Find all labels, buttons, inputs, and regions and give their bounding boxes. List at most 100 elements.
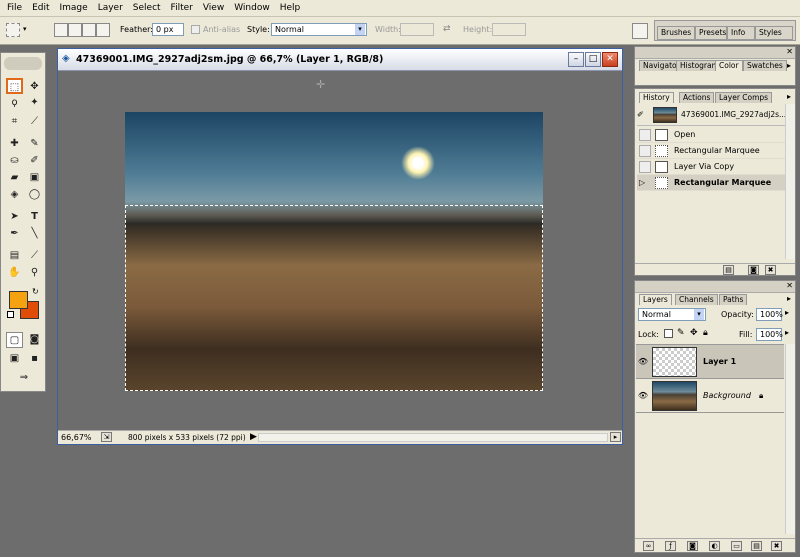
swap-colors-icon[interactable]: ↻ (32, 287, 39, 296)
info-menu-arrow-icon[interactable]: ▶ (250, 432, 257, 442)
zoom-level[interactable]: 66,67% (61, 433, 92, 442)
menu-layer[interactable]: Layer (93, 0, 128, 17)
default-colors-icon[interactable] (7, 311, 14, 318)
style-select[interactable]: Normal ▾ (271, 23, 367, 36)
full-screen-icon[interactable]: ▪ (26, 351, 43, 367)
chevron-down-icon[interactable]: ▾ (23, 25, 27, 33)
menu-file[interactable]: File (2, 0, 27, 17)
delete-state-icon[interactable]: ✖ (765, 265, 776, 275)
new-snapshot-icon[interactable]: ◙ (748, 265, 759, 275)
well-tab-info[interactable]: Info (727, 26, 755, 40)
menu-image[interactable]: Image (55, 0, 93, 17)
history-step[interactable]: Rectangular Marquee (637, 143, 785, 159)
lock-all-icon[interactable]: 🔒︎ (703, 328, 708, 338)
tab-layer-comps[interactable]: Layer Comps (715, 92, 773, 103)
jump-to-imageready-icon[interactable]: ⇒ (13, 370, 35, 386)
scroll-right-icon[interactable]: ▸ (610, 432, 621, 442)
eye-icon[interactable]: 👁︎ (636, 391, 650, 400)
file-browser-icon[interactable] (632, 23, 648, 39)
new-selection-icon[interactable] (54, 23, 68, 37)
new-layer-icon[interactable]: ▤ (751, 541, 762, 551)
layer-style-icon[interactable]: ƒ (665, 541, 676, 551)
marquee-preset-icon[interactable] (6, 23, 20, 37)
panel-menu-arrow-icon[interactable]: ▸ (787, 294, 791, 303)
history-source-box[interactable] (639, 144, 651, 157)
tab-color[interactable]: Color (715, 60, 743, 71)
blur-tool-icon[interactable]: ◈ (6, 187, 23, 203)
preview-icon[interactable]: ⇲ (101, 432, 112, 442)
feather-logo-icon[interactable] (4, 57, 42, 70)
type-tool-icon[interactable]: T (26, 209, 43, 225)
standard-mode-icon[interactable]: ▢ (6, 332, 23, 348)
swap-icon[interactable]: ⇄ (443, 24, 451, 34)
history-brush-source-icon[interactable]: ✐ (637, 110, 649, 119)
history-scrollbar[interactable] (785, 104, 795, 259)
fill-input[interactable]: 100% (756, 328, 783, 341)
width-input[interactable] (400, 23, 434, 36)
tab-actions[interactable]: Actions (679, 92, 715, 103)
height-input[interactable] (492, 23, 526, 36)
blend-mode-select[interactable]: Normal ▾ (638, 308, 706, 321)
new-document-from-state-icon[interactable]: ▤ (723, 265, 734, 275)
canvas-area[interactable]: ✛ (58, 71, 622, 430)
menu-view[interactable]: View (198, 0, 229, 17)
path-selection-icon[interactable]: ➤ (6, 209, 23, 225)
brush-tool-icon[interactable]: ✎ (26, 136, 43, 152)
menu-window[interactable]: Window (229, 0, 275, 17)
panel-menu-arrow-icon[interactable]: ▸ (787, 61, 791, 70)
tab-layers[interactable]: Layers (639, 294, 672, 305)
history-step[interactable]: Layer Via Copy (637, 159, 785, 175)
gradient-tool-icon[interactable]: ▣ (26, 170, 43, 186)
history-brush-icon[interactable]: ✐ (26, 153, 43, 169)
lock-image-icon[interactable]: ✎ (677, 328, 685, 338)
menu-edit[interactable]: Edit (27, 0, 54, 17)
layer-row-background[interactable]: 👁︎ Background 🔒︎ (636, 379, 784, 413)
lock-transparent-icon[interactable] (664, 329, 673, 338)
history-state-slider-icon[interactable]: ▷ (639, 178, 651, 187)
notes-tool-icon[interactable]: ▤ (6, 248, 23, 264)
history-source-box[interactable] (639, 160, 651, 173)
eraser-tool-icon[interactable]: ▰ (6, 170, 23, 186)
horizontal-scrollbar[interactable] (258, 433, 608, 442)
feather-input[interactable]: 0 px (152, 23, 184, 36)
healing-brush-icon[interactable]: ✚ (6, 136, 23, 152)
marquee-tool-icon[interactable]: ⬚ (6, 78, 23, 94)
well-tab-brushes[interactable]: Brushes (657, 26, 695, 40)
delete-layer-icon[interactable]: ✖ (771, 541, 782, 551)
hand-tool-icon[interactable]: ✋ (6, 265, 23, 281)
well-tab-styles[interactable]: Styles (755, 26, 793, 40)
minimize-icon[interactable]: – (568, 52, 584, 67)
close-icon[interactable]: ✕ (602, 52, 618, 67)
add-mask-icon[interactable]: ◙ (687, 541, 698, 551)
foreground-color-swatch[interactable] (9, 291, 28, 309)
clone-stamp-icon[interactable]: ⛀ (6, 153, 23, 169)
maximize-icon[interactable]: □ (585, 52, 601, 67)
slice-tool-icon[interactable]: ⟋ (26, 114, 43, 130)
adjustment-layer-icon[interactable]: ◐ (709, 541, 720, 551)
magic-wand-icon[interactable]: ✦ (26, 95, 43, 111)
opacity-arrow-icon[interactable]: ▸ (785, 308, 789, 317)
move-tool-icon[interactable]: ✥ (26, 79, 43, 95)
intersect-selection-icon[interactable] (96, 23, 110, 37)
eye-icon[interactable]: 👁︎ (636, 357, 650, 366)
layers-panel-header[interactable]: ✕ (635, 281, 795, 293)
dodge-tool-icon[interactable]: ◯ (26, 187, 43, 203)
menu-filter[interactable]: Filter (166, 0, 198, 17)
lasso-tool-icon[interactable]: ϙ (6, 95, 23, 111)
line-tool-icon[interactable]: ╲ (26, 226, 43, 242)
history-step[interactable]: Open (637, 127, 785, 143)
opacity-input[interactable]: 100% (756, 308, 783, 321)
link-layers-icon[interactable]: ∞ (643, 541, 654, 551)
close-icon[interactable]: ✕ (786, 47, 793, 56)
fill-arrow-icon[interactable]: ▸ (785, 328, 789, 337)
lock-position-icon[interactable]: ✥ (690, 328, 698, 338)
panel-menu-arrow-icon[interactable]: ▸ (787, 92, 791, 101)
eyedropper-icon[interactable]: ⟋ (26, 248, 43, 264)
tab-history[interactable]: History (639, 92, 674, 103)
layers-scrollbar[interactable] (785, 344, 795, 534)
add-selection-icon[interactable] (68, 23, 82, 37)
well-tab-presets[interactable]: Presets (695, 26, 727, 40)
screen-mode-icon[interactable]: ▣ (6, 351, 23, 367)
document-titlebar[interactable]: ◈ 47369001.IMG_2927adj2sm.jpg @ 66,7% (L… (58, 49, 622, 71)
new-group-icon[interactable]: ▭ (731, 541, 742, 551)
